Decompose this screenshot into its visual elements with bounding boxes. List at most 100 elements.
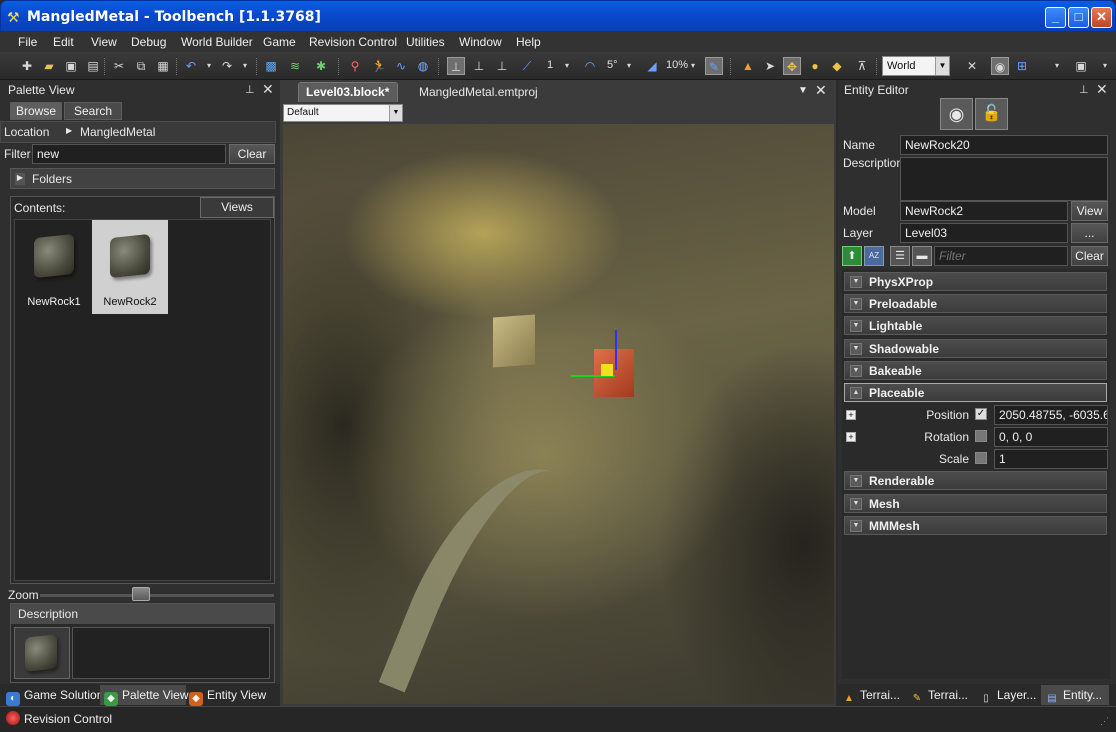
section-renderable[interactable]: ▼ Renderable bbox=[844, 471, 1107, 490]
collapse-arrow-icon[interactable]: ▼ bbox=[850, 365, 862, 377]
save-icon[interactable]: ▣ bbox=[62, 57, 80, 75]
palette-clear-button[interactable]: Clear bbox=[229, 144, 275, 164]
open-folder-icon[interactable]: ▰ bbox=[40, 57, 58, 75]
snap-axis-icon[interactable]: ⊥ bbox=[470, 57, 488, 75]
collapse-arrow-icon[interactable]: ▼ bbox=[850, 520, 862, 532]
ruler-icon[interactable]: ⟋ bbox=[518, 57, 536, 75]
layer-browse-button[interactable]: ... bbox=[1071, 223, 1108, 243]
camera-eye-icon[interactable]: ◉ bbox=[991, 57, 1009, 75]
sort-alpha-icon[interactable]: AZ bbox=[864, 246, 884, 266]
tab-game-solution[interactable]: ◐ Game Solution bbox=[6, 688, 103, 706]
rotation-checkbox[interactable] bbox=[975, 430, 987, 442]
revision-control-status[interactable]: Revision Control bbox=[6, 711, 112, 729]
chevron-right-icon[interactable]: ▶ bbox=[66, 126, 72, 135]
pick-icon[interactable]: ✎ bbox=[705, 57, 723, 75]
close-icon[interactable]: ✕ bbox=[1096, 81, 1108, 98]
zoom-slider-thumb[interactable] bbox=[132, 587, 150, 601]
rotation-input[interactable]: 0, 0, 0 bbox=[994, 427, 1108, 447]
doc-tab-emtproj[interactable]: MangledMetal.emtproj bbox=[419, 85, 538, 99]
collapse-arrow-icon[interactable]: ▼ bbox=[850, 498, 862, 510]
location-value[interactable]: MangledMetal bbox=[80, 125, 155, 139]
snap-surface-icon[interactable]: ⊥ bbox=[493, 57, 511, 75]
new-file-icon[interactable]: ✚ bbox=[18, 57, 36, 75]
views-button[interactable]: Views bbox=[200, 197, 274, 218]
maximize-button[interactable]: □ bbox=[1068, 7, 1089, 28]
cut-icon[interactable]: ✂ bbox=[110, 57, 128, 75]
collapse-arrow-icon[interactable]: ▼ bbox=[850, 276, 862, 288]
menu-debug[interactable]: Debug bbox=[131, 35, 166, 49]
coordinate-space-select[interactable]: World ▼ bbox=[882, 56, 950, 76]
palette-item-selected[interactable]: NewRock2 bbox=[92, 220, 168, 314]
cluster-icon[interactable]: ✱ bbox=[312, 57, 330, 75]
snap-grid-icon[interactable]: ⊥ bbox=[447, 57, 465, 75]
palette-item[interactable]: NewRock1 bbox=[16, 220, 92, 314]
pin-icon[interactable]: ⊥ bbox=[1079, 83, 1089, 96]
menu-utilities[interactable]: Utilities bbox=[406, 35, 445, 49]
tab-terrain-1[interactable]: ▲ Terrai... bbox=[842, 688, 900, 706]
layer-input[interactable]: Level03 bbox=[900, 223, 1068, 243]
list-view-icon[interactable]: ☰ bbox=[890, 246, 910, 266]
wave-icon[interactable]: ∿ bbox=[392, 57, 410, 75]
tab-layer[interactable]: ▯ Layer... bbox=[979, 688, 1036, 706]
window-layout-icon[interactable]: ▣ bbox=[1072, 57, 1090, 75]
scale-input[interactable]: 1 bbox=[994, 449, 1108, 469]
resize-grip-icon[interactable]: ⋰ bbox=[1100, 716, 1109, 727]
menu-window[interactable]: Window bbox=[459, 35, 502, 49]
tab-entity[interactable]: ▤ Entity... bbox=[1045, 688, 1102, 706]
model-input[interactable]: NewRock2 bbox=[900, 201, 1068, 221]
move-icon[interactable]: ✥ bbox=[783, 57, 801, 75]
terrain-icon[interactable]: ≋ bbox=[286, 57, 304, 75]
snap-count[interactable]: 1 bbox=[547, 59, 553, 71]
scale-icon[interactable]: ◆ bbox=[828, 57, 846, 75]
menu-world-builder[interactable]: World Builder bbox=[181, 35, 253, 49]
close-window-button[interactable]: ✕ bbox=[1091, 7, 1112, 28]
rotate-icon[interactable]: ● bbox=[806, 57, 824, 75]
tab-search[interactable]: Search bbox=[64, 102, 122, 120]
gizmo-y-axis[interactable] bbox=[615, 330, 617, 370]
lasso-icon[interactable]: ✕ bbox=[963, 57, 981, 75]
expand-icon[interactable]: ▶ bbox=[15, 173, 25, 185]
entity-name-input[interactable]: NewRock20 bbox=[900, 135, 1108, 155]
angle-dropdown-icon[interactable]: ▾ bbox=[620, 57, 638, 75]
collapse-arrow-icon[interactable]: ▼ bbox=[850, 298, 862, 310]
palette-filter-input[interactable]: new bbox=[32, 144, 226, 164]
globe-icon[interactable]: ◍ bbox=[414, 57, 432, 75]
property-filter-input[interactable] bbox=[934, 246, 1068, 266]
snap-count-dropdown-icon[interactable]: ▾ bbox=[558, 57, 576, 75]
undo-icon[interactable]: ↶ bbox=[182, 57, 200, 75]
scene-rock[interactable] bbox=[493, 314, 535, 368]
tab-terrain-2[interactable]: ✎ Terrai... bbox=[910, 688, 968, 706]
scene-selected-rock[interactable] bbox=[594, 349, 634, 397]
menu-file[interactable]: File bbox=[18, 35, 37, 49]
marker-icon[interactable]: ⚲ bbox=[346, 57, 364, 75]
angle-snap-icon[interactable]: ◠ bbox=[581, 57, 599, 75]
section-preloadable[interactable]: ▼ Preloadable bbox=[844, 294, 1107, 313]
redo-icon[interactable]: ↷ bbox=[218, 57, 236, 75]
tab-palette-view[interactable]: ◆ Palette View bbox=[104, 688, 189, 706]
run-icon[interactable]: 🏃 bbox=[370, 57, 388, 75]
collapse-arrow-icon[interactable]: ▼ bbox=[850, 343, 862, 355]
overflow2-icon[interactable]: ▾ bbox=[1096, 57, 1114, 75]
overflow-icon[interactable]: ▾ bbox=[1048, 57, 1066, 75]
visibility-eye-icon[interactable]: ◉ bbox=[940, 98, 973, 130]
minimize-button[interactable]: _ bbox=[1045, 7, 1066, 28]
angle-snap-value[interactable]: 5° bbox=[607, 59, 618, 71]
expand-rotation-icon[interactable]: + bbox=[846, 432, 856, 442]
scale-dropdown-icon[interactable]: ▾ bbox=[684, 57, 702, 75]
terrain-brush-icon[interactable]: ▲ bbox=[739, 57, 757, 75]
collapse-arrow-icon[interactable]: ▼ bbox=[850, 475, 862, 487]
undo-dropdown-icon[interactable]: ▾ bbox=[200, 57, 218, 75]
menu-game[interactable]: Game bbox=[263, 35, 296, 49]
position-checkbox[interactable]: ✓ bbox=[975, 408, 987, 420]
layout-icon[interactable]: ⊞ bbox=[1013, 57, 1031, 75]
menu-help[interactable]: Help bbox=[516, 35, 541, 49]
copy-icon[interactable]: ⧉ bbox=[132, 57, 150, 75]
section-bakeable[interactable]: ▼ Bakeable bbox=[844, 361, 1107, 380]
gizmo-center[interactable] bbox=[601, 364, 613, 376]
scale-checkbox[interactable] bbox=[975, 452, 987, 464]
menu-view[interactable]: View bbox=[91, 35, 117, 49]
redo-dropdown-icon[interactable]: ▾ bbox=[236, 57, 254, 75]
entity-description-input[interactable] bbox=[900, 157, 1108, 201]
section-lightable[interactable]: ▼ Lightable bbox=[844, 316, 1107, 335]
pin-icon[interactable]: ⊥ bbox=[245, 83, 255, 96]
